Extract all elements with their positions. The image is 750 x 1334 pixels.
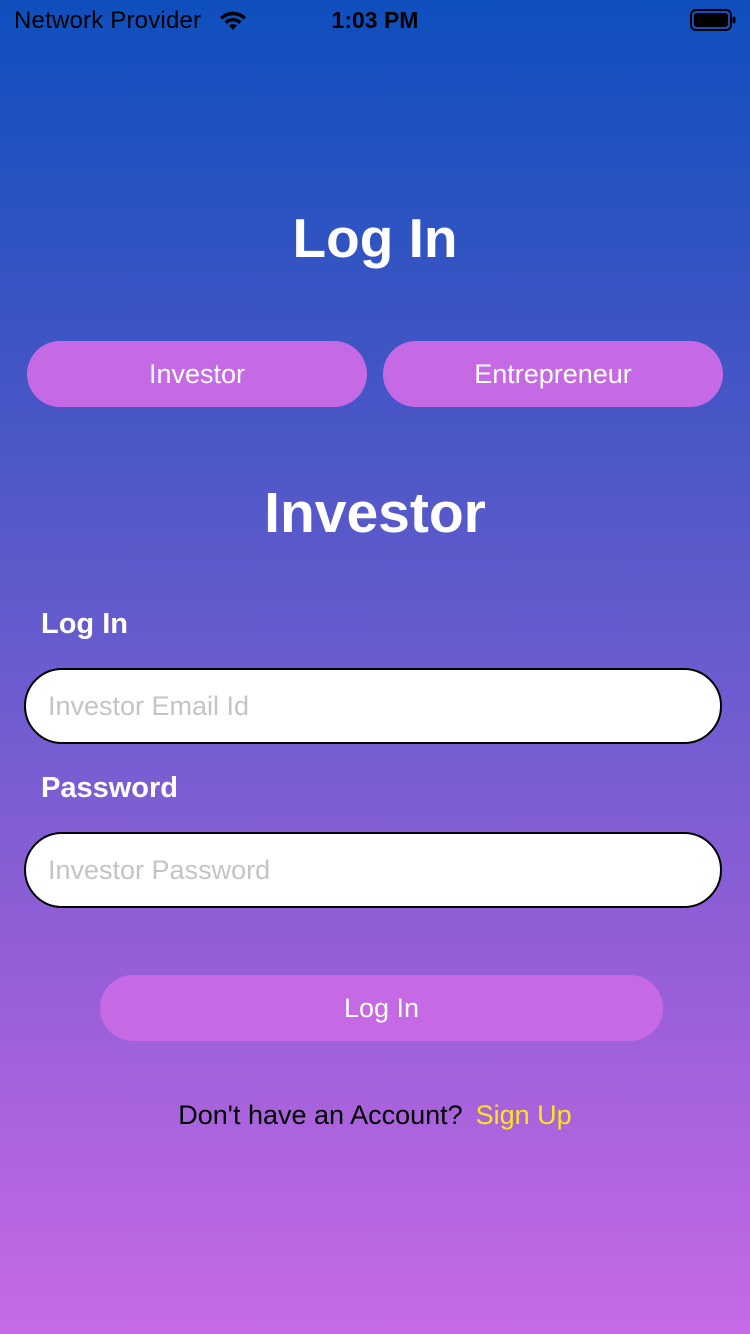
- section-title: Investor: [264, 481, 486, 545]
- login-screen: Network Provider 1:03 PM Log In Investor…: [0, 0, 750, 1334]
- email-label: Log In: [41, 608, 128, 640]
- password-label: Password: [41, 772, 178, 804]
- login-button[interactable]: Log In: [100, 975, 663, 1041]
- clock: 1:03 PM: [331, 7, 419, 33]
- status-bar: Network Provider 1:03 PM: [0, 0, 750, 40]
- signup-row: Don't have an Account? Sign Up: [0, 1100, 750, 1131]
- password-field[interactable]: [24, 832, 722, 908]
- email-field[interactable]: [24, 668, 722, 744]
- battery-icon: [690, 9, 736, 31]
- entrepreneur-tab-button[interactable]: Entrepreneur: [383, 341, 723, 407]
- signup-link[interactable]: Sign Up: [476, 1100, 572, 1131]
- page-title: Log In: [292, 207, 458, 269]
- investor-tab-button[interactable]: Investor: [27, 341, 367, 407]
- signup-prompt: Don't have an Account?: [178, 1100, 463, 1130]
